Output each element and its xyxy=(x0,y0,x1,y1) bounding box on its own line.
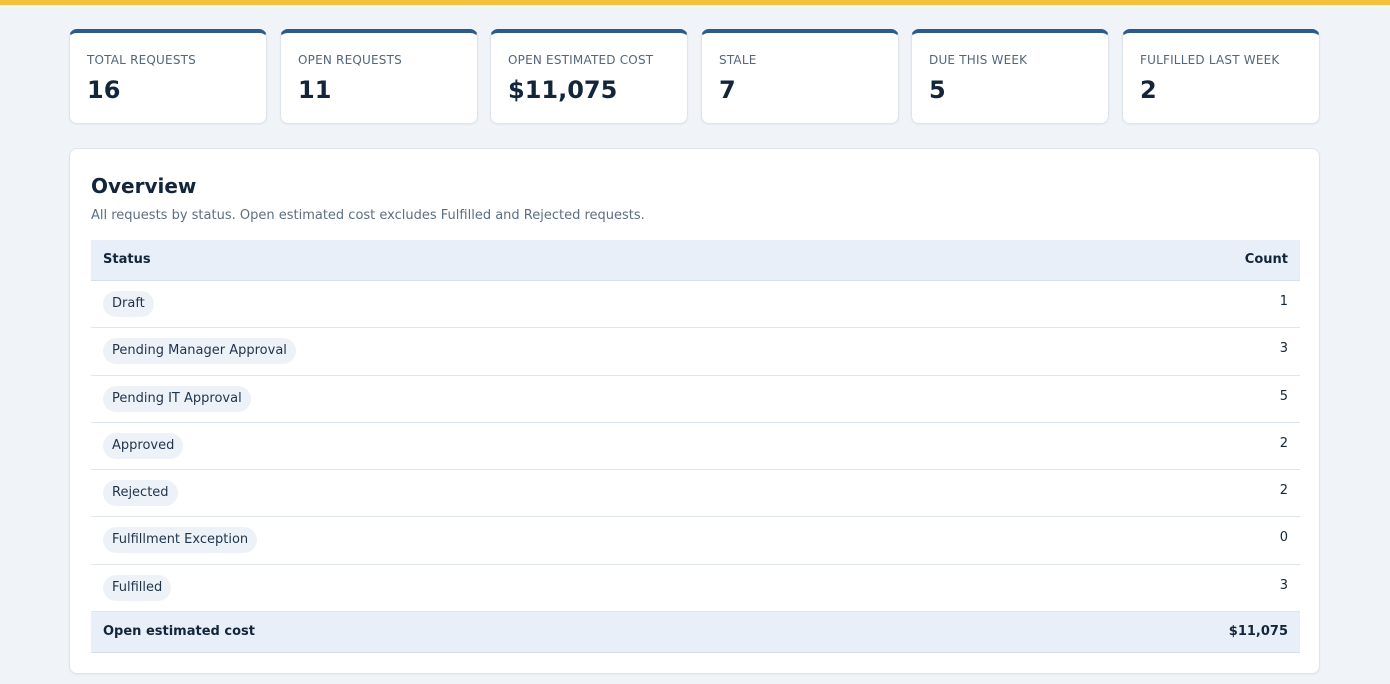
footer-value: $11,075 xyxy=(1228,624,1288,640)
table-footer: Open estimated cost $11,075 xyxy=(91,612,1300,654)
stat-value: $11,075 xyxy=(508,76,618,104)
column-header-status: Status xyxy=(103,252,151,267)
stat-card-open-requests: OPEN REQUESTS 11 xyxy=(280,29,478,124)
stat-label: FULFILLED LAST WEEK xyxy=(1140,53,1280,67)
panel-title: Overview xyxy=(91,174,197,198)
stat-label: DUE THIS WEEK xyxy=(929,53,1028,67)
status-table: Status Count Draft 1 Pending Manager App… xyxy=(91,240,1300,654)
count-cell: 2 xyxy=(1279,435,1288,451)
count-cell: 3 xyxy=(1279,577,1288,593)
status-pill: Fulfilled xyxy=(103,574,172,601)
top-accent-bar xyxy=(0,0,1390,5)
stat-card-total-requests: TOTAL REQUESTS 16 xyxy=(69,29,267,124)
status-pill: Rejected xyxy=(103,480,178,507)
stat-label: STALE xyxy=(719,53,757,67)
count-cell: 3 xyxy=(1279,341,1288,357)
stat-card-due-this-week: DUE THIS WEEK 5 xyxy=(911,29,1109,124)
stat-label: OPEN ESTIMATED COST xyxy=(508,53,654,67)
count-cell: 2 xyxy=(1279,483,1288,499)
table-row: Approved 2 xyxy=(91,422,1300,471)
overview-panel: Overview All requests by status. Open es… xyxy=(69,148,1320,674)
count-cell: 5 xyxy=(1279,388,1288,404)
table-row: Draft 1 xyxy=(91,281,1300,329)
footer-label: Open estimated cost xyxy=(103,624,255,640)
status-pill: Draft xyxy=(103,291,154,317)
stat-value: 2 xyxy=(1140,76,1157,104)
stat-value: 16 xyxy=(87,76,121,104)
table-row: Fulfillment Exception 0 xyxy=(91,517,1300,565)
table-row: Rejected 2 xyxy=(91,470,1300,518)
status-pill: Pending Manager Approval xyxy=(103,338,296,365)
stat-card-open-estimated-cost: OPEN ESTIMATED COST $11,075 xyxy=(490,29,688,124)
status-pill: Fulfillment Exception xyxy=(103,527,258,554)
stat-value: 7 xyxy=(719,76,736,104)
stat-label: TOTAL REQUESTS xyxy=(87,53,196,67)
table-row: Pending IT Approval 5 xyxy=(91,375,1300,423)
stats-row: TOTAL REQUESTS 16 OPEN REQUESTS 11 OPEN … xyxy=(69,29,1320,124)
stat-card-fulfilled-last-week: FULFILLED LAST WEEK 2 xyxy=(1122,29,1320,124)
column-header-count: Count xyxy=(1244,252,1288,267)
stat-value: 11 xyxy=(298,76,332,104)
table-row: Pending Manager Approval 3 xyxy=(91,328,1300,376)
count-cell: 1 xyxy=(1279,294,1288,309)
stat-card-stale: STALE 7 xyxy=(701,29,899,124)
table-row: Fulfilled 3 xyxy=(91,564,1300,613)
stat-label: OPEN REQUESTS xyxy=(298,53,402,67)
status-pill: Approved xyxy=(103,432,184,459)
status-pill: Pending IT Approval xyxy=(103,385,251,412)
table-header: Status Count xyxy=(91,240,1300,281)
count-cell: 0 xyxy=(1279,530,1288,546)
panel-description: All requests by status. Open estimated c… xyxy=(91,208,645,223)
stat-value: 5 xyxy=(929,76,946,104)
